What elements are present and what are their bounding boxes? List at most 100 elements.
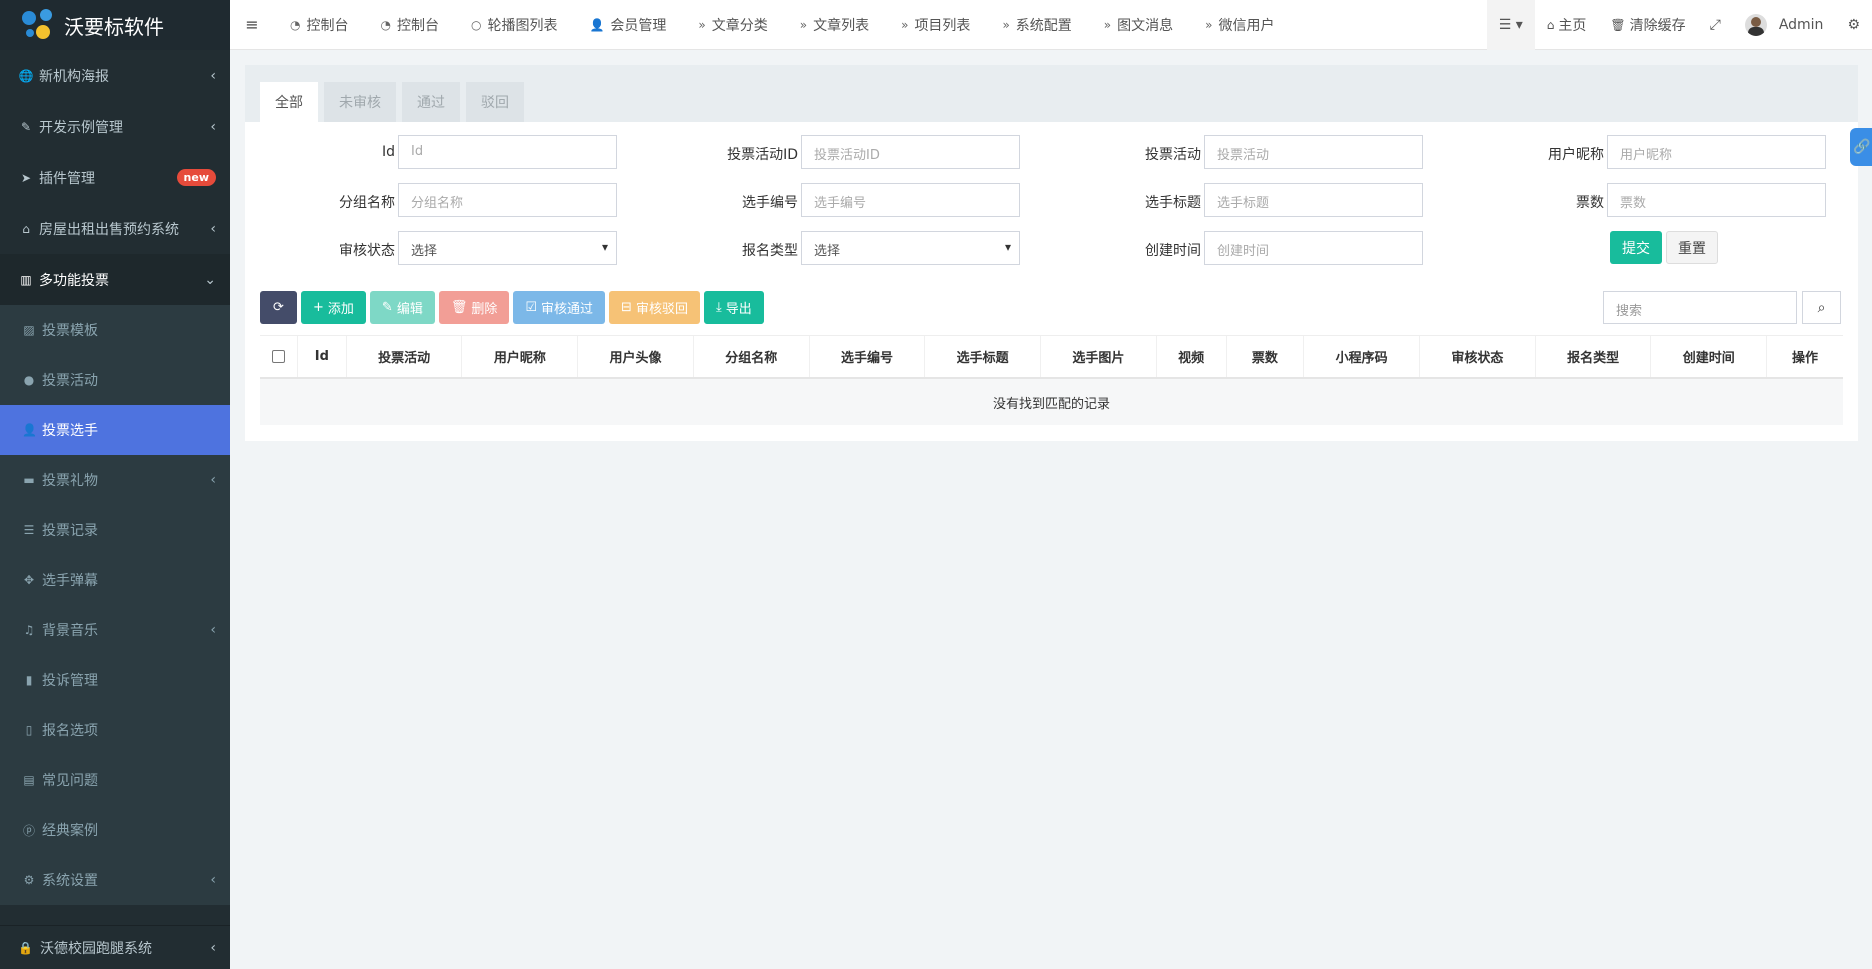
sidebar-item-vote-template[interactable]: ▨ 投票模板 (0, 305, 230, 355)
app-title: 沃要标软件 (64, 14, 164, 39)
table-search-input[interactable]: 搜索 (1603, 291, 1797, 324)
sidebar-item-cases[interactable]: ⓟ 经典案例 (0, 805, 230, 855)
dashboard-icon: ◔ (380, 17, 391, 32)
sidebar-item-faq[interactable]: ▤ 常见问题 (0, 755, 230, 805)
chevron-down-icon: ⌄ (204, 271, 216, 288)
home-link[interactable]: ⌂ 主页 (1535, 0, 1599, 50)
product-hunt-icon: ⓟ (22, 823, 35, 838)
tab-label: 控制台 (396, 17, 439, 34)
angle-double-right-icon: » (1103, 17, 1112, 32)
sidebar-item-label: 背景音乐 (42, 623, 98, 639)
chevron-left-icon: ‹ (210, 118, 216, 135)
activity-input[interactable]: 投票活动 (1204, 135, 1423, 169)
sidebar-item-vote-gifts[interactable]: ▬ 投票礼物 ‹ (0, 455, 230, 505)
sidebar-item-vote-records[interactable]: ☰ 投票记录 (0, 505, 230, 555)
signup-type-select[interactable]: 选择 (801, 231, 1020, 265)
tab-approved[interactable]: 通过 (402, 82, 460, 122)
nickname-input[interactable]: 用户昵称 (1607, 135, 1826, 169)
search-button[interactable]: ⌕ (1802, 291, 1841, 324)
sidebar-item-danmaku[interactable]: ✥ 选手弹幕 (0, 555, 230, 605)
tab-list-dropdown[interactable]: ☰ ▾ (1486, 0, 1535, 50)
user-menu[interactable]: Admin (1733, 0, 1836, 50)
field-label: 选手编号 (742, 195, 798, 211)
export-button[interactable]: ⤓ 导出 (703, 291, 764, 324)
sidebar-item-voting[interactable]: ▥ 多功能投票 ⌄ (0, 254, 230, 305)
tab-all[interactable]: 全部 (260, 82, 318, 122)
tab-article-category[interactable]: » 文章分类 (682, 0, 783, 50)
reject-button[interactable]: ⊟ 审核驳回 (609, 291, 700, 324)
approve-button[interactable]: ☑ 审核通过 (513, 291, 606, 324)
voting-submenu: ▨ 投票模板 ● 投票活动 👤 投票选手 ▬ 投票礼物 ‹ ☰ 投票记录 ✥ 选… (0, 305, 230, 905)
column-header: 分组名称 (694, 336, 810, 377)
tab-article-list[interactable]: » 文章列表 (784, 0, 885, 50)
field-label: 分组名称 (339, 195, 395, 211)
votes-input[interactable]: 票数 (1607, 183, 1826, 217)
app-logo[interactable]: 沃要标软件 (0, 0, 230, 50)
sidebar-item-label: 投票模板 (42, 323, 98, 339)
clear-cache-button[interactable]: 🗑 清除缓存 (1598, 0, 1697, 50)
link-icon[interactable]: 🔗 (1850, 128, 1872, 166)
review-status-select[interactable]: 选择 (398, 231, 617, 265)
table-header: Id 投票活动 用户昵称 用户头像 分组名称 选手编号 选手标题 选手图片 视频… (260, 335, 1843, 379)
tab-rejected[interactable]: 驳回 (466, 82, 524, 122)
refresh-button[interactable]: ⟳ (260, 291, 297, 324)
tab-news-messages[interactable]: » 图文消息 (1088, 0, 1189, 50)
settings-button[interactable]: ⚙ (1835, 0, 1872, 50)
field-label: 投票活动ID (727, 147, 798, 163)
edit-button[interactable]: ✎ 编辑 (369, 291, 435, 324)
home-icon: ⌂ (1546, 18, 1555, 32)
reset-button[interactable]: 重置 (1666, 231, 1718, 264)
menu-toggle-icon[interactable]: ≡ (230, 15, 274, 34)
list-icon: ☰ ▾ (1498, 17, 1523, 33)
sidebar-item-campus-errand[interactable]: 🔒 沃德校园跑腿系统 ‹ (0, 925, 230, 969)
column-header[interactable]: Id (298, 336, 347, 377)
angle-double-right-icon: » (698, 17, 706, 32)
tab-system-config[interactable]: » 系统配置 (986, 0, 1087, 50)
check-square-icon: ☑ (525, 300, 538, 315)
player-title-input[interactable]: 选手标题 (1204, 183, 1423, 217)
sidebar-item-plugins[interactable]: ➤ 插件管理 new (0, 152, 230, 203)
tab-dashboard-2[interactable]: ◔ 控制台 (364, 0, 454, 50)
created-time-input[interactable]: 创建时间 (1204, 231, 1423, 265)
player-number-input[interactable]: 选手编号 (801, 183, 1020, 217)
column-header: 选手编号 (810, 336, 926, 377)
sidebar-item-housing[interactable]: ⌂ 房屋出租出售预约系统 ‹ (0, 203, 230, 254)
sidebar-item-label: 投票活动 (42, 373, 98, 389)
sidebar-item-complaints[interactable]: ▮ 投诉管理 (0, 655, 230, 705)
topbar: ≡ ◔ 控制台 ◔ 控制台 ○ 轮播图列表 👤 会员管理 » 文章分类 » 文章列表 » 项目… (230, 0, 1872, 50)
fullscreen-button[interactable]: ⤢ (1698, 0, 1733, 50)
tab-pending[interactable]: 未审核 (324, 82, 396, 122)
delete-button[interactable]: 🗑 删除 (438, 291, 510, 324)
sidebar-item-settings[interactable]: ⚙ 系统设置 ‹ (0, 855, 230, 905)
tab-carousel[interactable]: ○ 轮播图列表 (455, 0, 573, 50)
reject-label: 审核驳回 (635, 302, 688, 317)
submit-button[interactable]: 提交 (1610, 231, 1662, 264)
sidebar-item-label: 沃德校园跑腿系统 (40, 940, 152, 957)
dashboard-icon: ◔ (290, 17, 301, 32)
clear-cache-label: 清除缓存 (1629, 18, 1686, 34)
column-header: 操作 (1792, 351, 1819, 366)
refresh-icon: ⟳ (273, 300, 284, 315)
add-button[interactable]: + 添加 (301, 291, 366, 324)
tab-wechat-users[interactable]: » 微信用户 (1189, 0, 1290, 50)
add-label: 添加 (327, 302, 354, 317)
user-name: Admin (1778, 17, 1824, 33)
sidebar-item-signup-options[interactable]: ▯ 报名选项 (0, 705, 230, 755)
id-input[interactable]: Id (398, 135, 617, 169)
magic-icon: ✎ (20, 119, 32, 134)
column-header: 选手标题 (925, 336, 1041, 377)
sidebar-item-vote-players[interactable]: 👤 投票选手 (0, 405, 230, 455)
sidebar-item-label: 多功能投票 (39, 272, 109, 289)
tab-project-list[interactable]: » 项目列表 (885, 0, 986, 50)
logo-icon (22, 9, 54, 41)
tab-dashboard[interactable]: ◔ 控制台 (274, 0, 364, 50)
tab-label: 图文消息 (1117, 17, 1174, 34)
sidebar-item-poster[interactable]: 🌐 新机构海报 ‹ (0, 50, 230, 101)
sidebar-item-vote-activity[interactable]: ● 投票活动 (0, 355, 230, 405)
sidebar-item-bg-music[interactable]: ♫ 背景音乐 ‹ (0, 605, 230, 655)
select-all-checkbox[interactable] (271, 350, 285, 363)
group-name-input[interactable]: 分组名称 (398, 183, 617, 217)
activity-id-input[interactable]: 投票活动ID (801, 135, 1020, 169)
sidebar-item-dev-examples[interactable]: ✎ 开发示例管理 ‹ (0, 101, 230, 152)
tab-members[interactable]: 👤 会员管理 (573, 0, 682, 50)
